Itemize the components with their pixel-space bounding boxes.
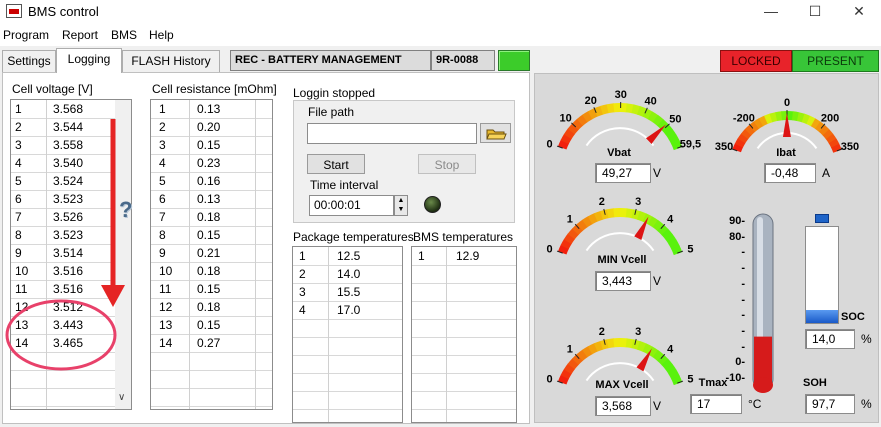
vbat-needle <box>645 124 666 145</box>
soc-label: SOC <box>841 311 865 323</box>
soh-value: 97,7 <box>805 394 855 414</box>
soh-unit: % <box>861 397 872 411</box>
thermometer-tick-label: - <box>741 262 745 275</box>
ibat-tick-label: 350 <box>715 141 733 153</box>
soc-unit: % <box>861 332 872 346</box>
annotation-overlay <box>5 119 125 371</box>
vbat-tick-label: 30 <box>615 89 627 101</box>
tab-flash-history[interactable]: FLASH History <box>122 50 220 72</box>
menu-bar: Program Report BMS Help <box>0 24 881 46</box>
ibat-value: -0,48 <box>764 163 816 183</box>
thermometer-tick-label: - <box>741 293 745 306</box>
annotation-arrow-head <box>101 285 125 307</box>
max-vcell-unit: V <box>653 399 662 413</box>
min-vcell-unit: V <box>653 274 662 288</box>
soc-value: 14,0 <box>805 329 855 349</box>
thermometer-tick-label: 90- <box>729 215 745 227</box>
thermometer-tick-label: 0- <box>735 356 745 369</box>
vbat-arc-segment <box>613 103 621 113</box>
window-title: BMS control <box>28 4 99 19</box>
max-vcell-tick-label: 2 <box>599 326 605 338</box>
max-vcell-tick-label: 1 <box>567 343 573 355</box>
max-vcell-value: 3,568 <box>595 396 651 416</box>
tmax-unit: °C <box>748 397 762 411</box>
min-vcell-arc-segment <box>613 207 621 218</box>
ibat-unit: A <box>822 166 831 180</box>
max-vcell-label: MAX Vcell <box>595 379 649 391</box>
min-vcell-tick-label: 1 <box>567 213 573 225</box>
app-icon <box>6 4 22 18</box>
vbat-face <box>585 127 655 147</box>
question-mark-icon: ? <box>119 197 133 222</box>
min-vcell-tick-label: 0 <box>546 243 552 255</box>
min-vcell-tick-label: 5 <box>687 243 693 255</box>
ibat-tick-label: 200 <box>821 113 839 125</box>
thermometer-tick-label: - <box>741 340 745 353</box>
thermometer-tick-label: - <box>741 277 745 290</box>
thermometer-bulb <box>753 377 773 393</box>
soc-cap <box>815 214 829 223</box>
vbat-label: Vbat <box>607 147 631 159</box>
menu-program[interactable]: Program <box>3 28 49 42</box>
min-vcell-tick-label: 3 <box>635 196 641 208</box>
max-vcell-tick-label: 0 <box>546 373 552 385</box>
vbat-tick-label: 40 <box>645 96 657 108</box>
ibat-tick-label: -200 <box>733 113 755 125</box>
thermometer-tick-label: - <box>741 246 745 259</box>
logging-panel: Cell voltage [V] 14 3.465 13 3.443 12 3.512 11… <box>2 72 530 424</box>
thermometer-tick-label: - <box>741 324 745 337</box>
vbat-tick-label: 10 <box>559 112 571 124</box>
menu-help[interactable]: Help <box>149 28 174 42</box>
vbat-tick-label: 20 <box>585 95 597 107</box>
min-vcell-face <box>585 232 655 252</box>
minimize-button[interactable]: — <box>749 0 793 24</box>
soc-fill <box>806 309 838 323</box>
system-name-display: REC - BATTERY MANAGEMENT <box>230 50 431 71</box>
soc-bar <box>805 226 839 324</box>
close-button[interactable]: ✕ <box>837 0 881 24</box>
ibat-tick-label: 350 <box>841 141 859 153</box>
min-vcell-tick-label: 4 <box>667 213 674 225</box>
tmax-value: 17 <box>690 394 742 414</box>
connection-led <box>498 50 530 71</box>
vbat-tick-label: 0 <box>546 138 552 150</box>
vbat-unit: V <box>653 166 662 180</box>
min-vcell-value: 3,443 <box>595 271 651 291</box>
tab-logging[interactable]: Logging <box>56 48 122 73</box>
vbat-value: 49,27 <box>595 163 651 183</box>
ibat-tick-label: 0 <box>784 97 790 109</box>
menu-bms[interactable]: BMS <box>111 28 137 42</box>
tab-settings[interactable]: Settings <box>2 50 56 72</box>
thermometer-scale: 90- 80- - - - - - - -0- -10- <box>711 214 745 386</box>
soh-label: SOH <box>803 377 827 389</box>
present-indicator: PRESENT <box>792 50 879 72</box>
serial-display: 9R-0088 <box>431 50 495 71</box>
vbat-tick-label: 50 <box>669 113 681 125</box>
ibat-label: Ibat <box>776 147 796 159</box>
max-vcell-tick-label: 4 <box>667 343 674 355</box>
gauges-panel: 0 10 20 30 40 50 59,5 350 -200 0 200 350 0 1 2 3 4 5 0 1 2 3 4… <box>534 73 879 423</box>
maximize-button[interactable]: ☐ <box>793 0 837 24</box>
max-vcell-arc-segment <box>613 338 621 348</box>
annotation-circle <box>5 299 117 371</box>
menu-report[interactable]: Report <box>62 28 98 42</box>
thermometer-tick-label: 80- <box>729 230 745 243</box>
min-vcell-tick-label: 2 <box>599 196 605 208</box>
thermometer-tick-label: - <box>741 309 745 322</box>
locked-indicator: LOCKED <box>720 50 792 72</box>
title-bar: BMS control — ☐ ✕ <box>0 0 881 24</box>
tmax-label: Tmax <box>698 377 728 389</box>
max-vcell-tick-label: 3 <box>635 326 641 338</box>
vbat-tick-label: 59,5 <box>680 138 701 150</box>
min-vcell-label: MIN Vcell <box>597 254 647 266</box>
